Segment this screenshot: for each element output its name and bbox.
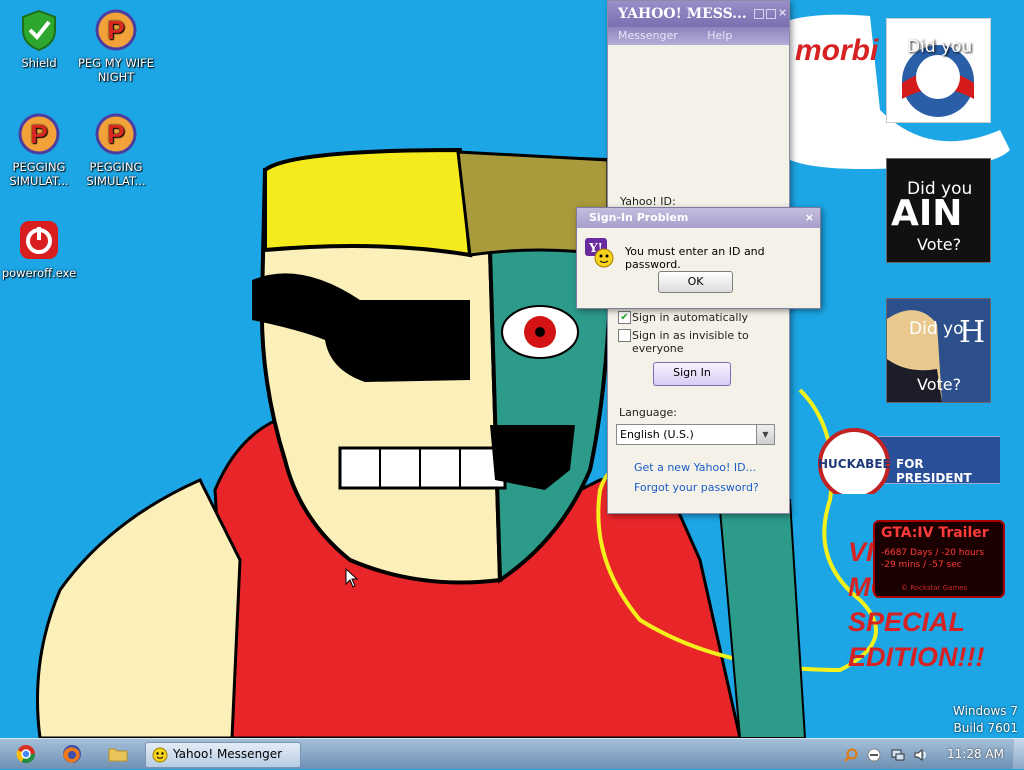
network-icon[interactable] (891, 748, 905, 762)
taskbar: Yahoo! Messenger 11:28 AM (0, 738, 1024, 769)
maximize-icon[interactable] (766, 9, 776, 19)
desktop-icon-shield[interactable]: Shield (1, 8, 77, 70)
tray-status-icon[interactable] (867, 748, 881, 762)
p-logo-icon: P (95, 9, 137, 51)
desktop-icon-poweroff[interactable]: poweroff.exe (1, 218, 77, 280)
desktop-icon-label: poweroff.exe (1, 266, 77, 280)
wallpaper-banner-text: morbi (795, 34, 879, 67)
sign-in-button[interactable]: Sign In (653, 362, 731, 386)
power-icon (20, 221, 58, 259)
yahoo-smiley-icon (152, 747, 168, 763)
ok-button[interactable]: OK (658, 271, 733, 293)
gta-title: GTA:IV Trailer (881, 525, 989, 541)
gadget-huckabee[interactable]: HUCKABEE FOR PRESIDENT (816, 428, 1000, 494)
desktop-icon-label: Shield (21, 56, 57, 70)
desktop-icon-pegging-simulat-2[interactable]: P PEGGING SIMULAT... (78, 112, 154, 188)
watermark-line2: Build 7601 (953, 721, 1018, 735)
gadget-hillary-bottom: Vote? (917, 375, 962, 394)
folder-icon (108, 748, 128, 762)
gadget-obama[interactable]: Did you (886, 18, 991, 123)
gadget-hillary[interactable]: Did yo H Vote? (886, 298, 991, 403)
desktop-icon-label: PEG MY WIFE NIGHT (78, 56, 155, 84)
obama-logo-icon (902, 45, 974, 117)
firefox-icon (63, 745, 81, 763)
yahoo-smiley-icon: Y! (585, 238, 614, 268)
dialog-title-bar[interactable]: Sign-In Problem × (577, 208, 820, 228)
wallpaper-caption-line: EDITION!!! (848, 642, 985, 672)
sign-in-automatically-checkbox[interactable]: ✔ (618, 311, 631, 324)
messenger-title-bar[interactable]: YAHOO! MESS... × (608, 1, 789, 27)
mouse-cursor-icon (345, 568, 359, 588)
gadget-obama-text: Did you (907, 37, 973, 57)
volume-icon[interactable] (914, 748, 928, 762)
language-value: English (U.S.) (620, 428, 694, 441)
sign-in-problem-dialog: Sign-In Problem × Y! You must enter an I… (576, 207, 821, 309)
huckabee-name: HUCKABEE (818, 457, 891, 471)
taskbar-clock[interactable]: 11:28 AM (947, 747, 1004, 761)
sign-in-invisible-label[interactable]: Sign in as invisible to everyone (632, 329, 789, 355)
search-icon[interactable] (844, 748, 858, 762)
close-icon[interactable]: × (778, 7, 787, 18)
gadget-gta-countdown[interactable]: GTA:IV Trailer -6687 Days / -20 hours -2… (873, 520, 1005, 598)
language-label: Language: (619, 406, 677, 419)
desktop-icon-pegging-simulat-1[interactable]: P PEGGING SIMULAT... (1, 112, 77, 188)
desktop: morbi VI MO SPECIAL EDITION!!! Shield P … (0, 0, 1024, 738)
wallpaper-caption-line: SPECIAL (848, 607, 966, 637)
sign-in-invisible-checkbox[interactable] (618, 329, 631, 342)
desktop-icon-peg-my-wife-night[interactable]: P PEG MY WIFE NIGHT (78, 8, 154, 84)
sign-in-automatically-label[interactable]: Sign in automatically (632, 311, 748, 324)
dialog-message: You must enter an ID and password. (625, 245, 765, 271)
menu-messenger[interactable]: Messenger (618, 29, 678, 42)
gta-line2: -29 mins / -57 sec (881, 560, 962, 570)
huckabee-tagline: FOR PRESIDENT (896, 457, 972, 485)
task-label: Yahoo! Messenger (173, 747, 283, 761)
shield-check-icon (22, 9, 56, 52)
gadget-hillary-letter: H (959, 315, 986, 350)
minimize-icon[interactable] (754, 9, 764, 19)
svg-text:P: P (30, 119, 47, 149)
show-desktop-button[interactable] (1013, 739, 1024, 769)
messenger-title: YAHOO! MESS... (618, 6, 747, 22)
desktop-icon-label: PEGGING SIMULAT... (9, 160, 69, 188)
windows-watermark: Windows 7 Build 7601 (953, 703, 1018, 737)
taskbar-task-yahoo-messenger[interactable]: Yahoo! Messenger (145, 742, 301, 768)
chrome-icon (16, 745, 35, 764)
language-select[interactable]: English (U.S.) ▼ (616, 424, 775, 445)
dialog-title: Sign-In Problem (589, 211, 689, 224)
menu-help[interactable]: Help (707, 29, 732, 42)
taskbar-chrome[interactable] (8, 742, 44, 766)
gadget-mccain[interactable]: Did you AIN Vote? (886, 158, 991, 263)
get-new-id-link[interactable]: Get a new Yahoo! ID... (634, 461, 756, 474)
gadget-mccain-bottom: Vote? (917, 235, 962, 254)
forgot-password-link[interactable]: Forgot your password? (634, 481, 759, 494)
gta-line1: -6687 Days / -20 hours (881, 548, 985, 558)
taskbar-explorer[interactable] (100, 742, 136, 766)
gta-footer: © Rockstar Games (901, 584, 968, 592)
taskbar-firefox[interactable] (54, 742, 90, 766)
gadget-mccain-middle: AIN (891, 193, 963, 234)
messenger-menu-bar: Messenger Help (608, 27, 789, 45)
close-icon[interactable]: × (805, 208, 814, 228)
p-logo-icon: P (95, 113, 137, 155)
svg-text:P: P (107, 119, 124, 149)
watermark-line1: Windows 7 (952, 704, 1018, 718)
gadget-hillary-top: Did yo (909, 319, 964, 339)
p-logo-icon: P (18, 113, 60, 155)
chevron-down-icon[interactable]: ▼ (756, 425, 774, 444)
desktop-icon-label: PEGGING SIMULAT... (86, 160, 146, 188)
svg-text:P: P (107, 15, 124, 45)
